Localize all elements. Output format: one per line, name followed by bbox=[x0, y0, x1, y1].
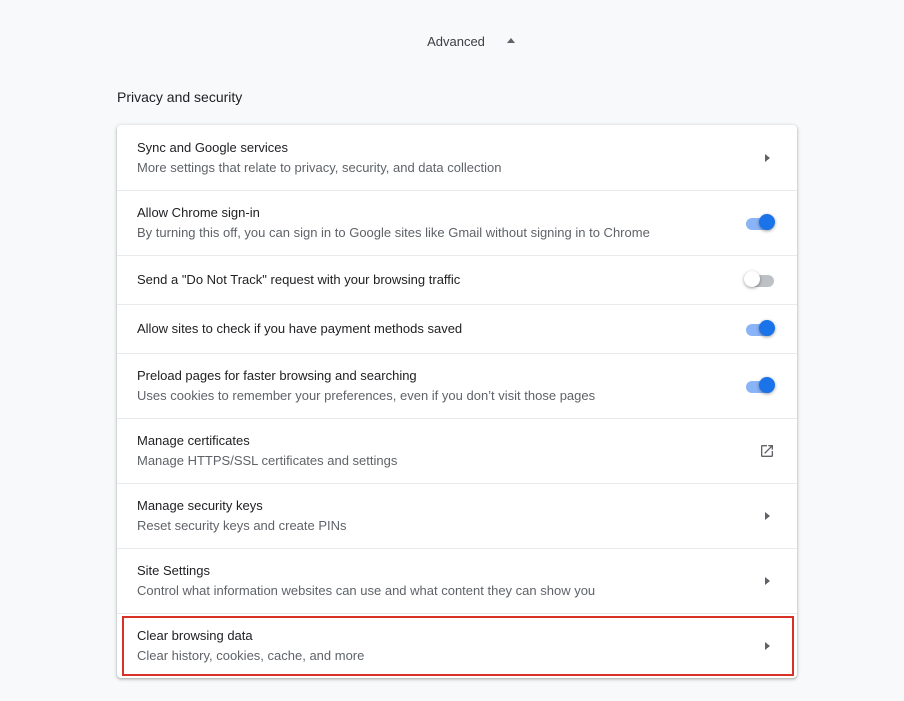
section-title: Privacy and security bbox=[117, 89, 243, 105]
row-secondary-text: Manage HTTPS/SSL certificates and settin… bbox=[137, 453, 398, 468]
row-primary-text: Allow Chrome sign-in bbox=[137, 205, 260, 220]
row-preload-pages: Preload pages for faster browsing and se… bbox=[117, 353, 797, 418]
privacy-security-card: Sync and Google services More settings t… bbox=[117, 125, 797, 678]
row-primary-text: Site Settings bbox=[137, 563, 210, 578]
row-secondary-text: Uses cookies to remember your preference… bbox=[137, 388, 596, 403]
arrow-right-icon[interactable] bbox=[765, 153, 770, 162]
arrow-right-icon[interactable] bbox=[765, 642, 770, 650]
row-manage-security-keys[interactable]: Manage security keys Reset security keys… bbox=[117, 483, 797, 548]
row-primary-text: Manage certificates bbox=[137, 433, 250, 448]
do-not-track-toggle[interactable] bbox=[743, 270, 777, 290]
advanced-toggle[interactable]: Advanced bbox=[0, 28, 904, 54]
row-sync-google-services[interactable]: Sync and Google services More settings t… bbox=[117, 125, 797, 190]
row-site-settings[interactable]: Site Settings Control what information w… bbox=[117, 548, 797, 613]
row-manage-certificates[interactable]: Manage certificates Manage HTTPS/SSL cer… bbox=[117, 418, 797, 483]
row-primary-text: Manage security keys bbox=[137, 498, 263, 513]
arrow-right-icon[interactable] bbox=[765, 577, 770, 585]
allow-signin-toggle[interactable] bbox=[743, 213, 777, 233]
row-secondary-text: By turning this off, you can sign in to … bbox=[137, 225, 650, 240]
row-primary-text: Allow sites to check if you have payment… bbox=[137, 321, 463, 336]
row-primary-text: Sync and Google services bbox=[137, 139, 289, 155]
row-allow-chrome-signin: Allow Chrome sign-in By turning this off… bbox=[117, 190, 797, 255]
arrow-right-icon[interactable] bbox=[765, 512, 770, 520]
row-secondary-text: Control what information websites can us… bbox=[137, 583, 596, 598]
payment-methods-toggle[interactable] bbox=[743, 319, 777, 339]
row-clear-browsing-data[interactable]: Clear browsing data Clear history, cooki… bbox=[117, 613, 797, 678]
row-primary-text: Clear browsing data bbox=[137, 628, 253, 643]
advanced-label: Advanced bbox=[427, 33, 485, 49]
caret-up-icon bbox=[506, 37, 515, 43]
row-primary-text: Preload pages for faster browsing and se… bbox=[137, 368, 417, 383]
row-payment-methods: Allow sites to check if you have payment… bbox=[117, 304, 797, 353]
preload-pages-toggle[interactable] bbox=[743, 376, 777, 396]
row-secondary-text: More settings that relate to privacy, se… bbox=[137, 159, 502, 175]
row-secondary-text: Clear history, cookies, cache, and more bbox=[137, 648, 365, 663]
row-do-not-track: Send a "Do Not Track" request with your … bbox=[117, 255, 797, 304]
row-primary-text: Send a "Do Not Track" request with your … bbox=[137, 272, 461, 287]
row-secondary-text: Reset security keys and create PINs bbox=[137, 518, 347, 533]
external-link-icon[interactable] bbox=[759, 443, 775, 459]
